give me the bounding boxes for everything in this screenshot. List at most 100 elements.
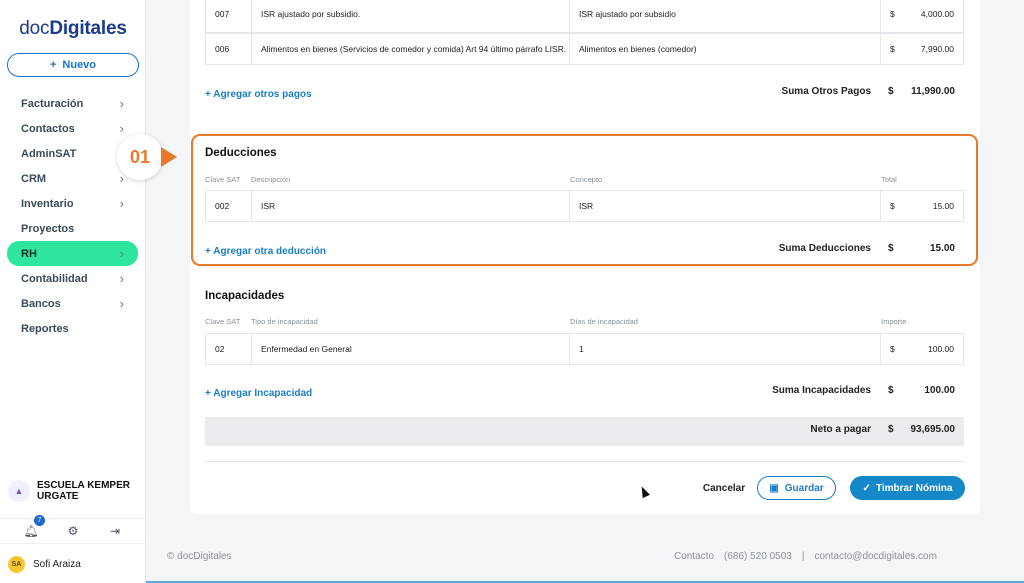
cancel-button[interactable]: Cancelar <box>700 476 748 500</box>
total-cell[interactable]: $7,990.00 <box>881 34 963 64</box>
user-profile[interactable]: SA Sofi Araiza <box>8 556 81 573</box>
brand-logo[interactable]: docDigitales <box>0 18 146 40</box>
footer-email[interactable]: contacto@docdigitales.com <box>814 551 936 562</box>
sidebar-item-label: Proyectos <box>21 222 75 235</box>
sidebar-item-label: Inventario <box>21 197 74 210</box>
concepto-cell[interactable]: Alimentos en bienes (comedor) <box>570 34 881 64</box>
sidebar-item-label: RH <box>21 247 37 260</box>
column-header-descripcion: Descripción <box>251 175 291 184</box>
column-header-tipo: Tipo de incapacidad <box>251 317 318 326</box>
descripcion-cell: Alimentos en bienes (Servicios de comedo… <box>252 34 570 64</box>
new-button-label: Nuevo <box>62 59 97 71</box>
sidebar-item-label: Facturación <box>21 97 84 110</box>
column-header-dias: Días de incapacidad <box>570 317 638 326</box>
sidebar-item-contactos[interactable]: Contactos › <box>7 116 138 141</box>
currency-symbol: $ <box>890 44 895 54</box>
save-button-label: Guardar <box>784 482 824 494</box>
footer-contact-label: Contacto <box>674 551 715 562</box>
brand-name: Digitales <box>49 18 127 39</box>
bell-icon[interactable]: 🔔︎ 7 <box>21 515 45 538</box>
clave-cell: 006 <box>206 34 252 64</box>
sidebar-item-label: Reportes <box>21 322 69 335</box>
sidebar-item-proyectos[interactable]: Proyectos <box>7 216 138 241</box>
importe-cell[interactable]: $100.00 <box>881 334 963 364</box>
sum-incapacities-value: 100.00 <box>924 385 955 396</box>
notification-badge: 7 <box>34 515 45 526</box>
user-name: Sofi Araiza <box>33 559 81 570</box>
column-header-total: Total <box>881 175 897 184</box>
sidebar-item-bancos[interactable]: Bancos › <box>7 291 138 316</box>
importe-value: 100.00 <box>928 344 954 354</box>
sidebar-item-label: CRM <box>21 172 47 185</box>
callout-arrow-icon <box>161 147 177 167</box>
footer-phone[interactable]: (686) 520 0503 <box>724 551 792 562</box>
table-row: 02 Enfermedad en General 1 $100.00 <box>205 333 964 365</box>
currency-symbol: $ <box>890 344 895 354</box>
footer-copyright: © docDigitales <box>167 551 232 562</box>
sidebar-item-crm[interactable]: CRM › <box>7 166 138 191</box>
total-cell[interactable]: $4,000.00 <box>881 0 963 32</box>
concepto-cell[interactable]: ISR ajustado por subsidio <box>570 0 881 32</box>
sidebar-item-rh[interactable]: RH › <box>7 241 138 266</box>
add-other-payment-link[interactable]: + Agregar otros pagos <box>205 89 312 100</box>
organization-switcher[interactable]: ▲ ESCUELA KEMPER URGATE <box>8 480 137 502</box>
column-header-clave: Clave SAT <box>205 175 241 184</box>
gear-icon[interactable]: ⚙ <box>63 524 83 538</box>
total-cell[interactable]: $15.00 <box>881 191 963 221</box>
sum-other-payments-value: 11,990.00 <box>911 86 955 97</box>
column-header-concepto: Concepto <box>570 175 603 184</box>
chevron-right-icon: › <box>119 296 124 311</box>
chevron-right-icon: › <box>119 196 124 211</box>
currency-symbol: $ <box>890 9 895 19</box>
sidebar-item-label: Bancos <box>21 297 61 310</box>
sidebar-item-label: Contabilidad <box>21 272 88 285</box>
dias-cell[interactable]: 1 <box>570 334 881 364</box>
footer-contact: Contacto (686) 520 0503 | contacto@docdi… <box>674 551 937 562</box>
sidebar-nav: Facturación › Contactos › AdminSAT CRM › In… <box>7 91 138 341</box>
sum-other-payments-label: Suma Otros Pagos <box>781 86 871 97</box>
net-pay-value: 93,695.00 <box>910 424 956 435</box>
chevron-right-icon: › <box>119 96 124 111</box>
total-value: 4,000.00 <box>920 9 954 19</box>
sidebar-item-facturacion[interactable]: Facturación › <box>7 91 138 116</box>
sum-deductions-label: Suma Deducciones <box>778 243 871 254</box>
chevron-right-icon: › <box>119 271 124 286</box>
chevron-right-icon: › <box>119 246 124 261</box>
sidebar-item-inventario[interactable]: Inventario › <box>7 191 138 216</box>
sidebar-item-label: AdminSAT <box>21 147 77 160</box>
deducciones-title: Deducciones <box>205 147 277 159</box>
sidebar-item-contabilidad[interactable]: Contabilidad › <box>7 266 138 291</box>
concepto-cell[interactable]: ISR <box>570 191 881 221</box>
save-button[interactable]: ▣ Guardar <box>757 476 836 500</box>
sidebar-utility-bar: 🔔︎ 7 ⚙ ⇥ <box>0 515 146 544</box>
net-pay-label: Neto a pagar <box>810 424 871 435</box>
brand-prefix: doc <box>19 18 50 39</box>
stamp-payroll-button[interactable]: ✓ Timbrar Nómina <box>850 476 965 500</box>
stamp-button-label: Timbrar Nómina <box>875 482 953 494</box>
new-button[interactable]: + Nuevo <box>7 53 139 77</box>
check-circle-icon: ✓ <box>862 482 871 494</box>
total-value: 7,990.00 <box>920 44 954 54</box>
sum-incapacities-label: Suma Incapacidades <box>772 385 871 396</box>
avatar: SA <box>8 556 25 573</box>
currency-symbol: $ <box>890 201 895 211</box>
tipo-cell[interactable]: Enfermedad en General <box>252 334 570 364</box>
total-value: 15.00 <box>932 201 954 211</box>
clave-cell: 02 <box>206 334 252 364</box>
clave-cell: 002 <box>206 191 252 221</box>
sidebar: docDigitales + Nuevo Facturación › Contact… <box>0 0 146 583</box>
chevron-right-icon: › <box>119 121 124 136</box>
sum-deductions-value: 15.00 <box>929 243 955 254</box>
floppy-disk-icon: ▣ <box>769 482 779 494</box>
add-incapacity-link[interactable]: + Agregar Incapacidad <box>205 388 312 399</box>
logout-icon[interactable]: ⇥ <box>105 524 125 538</box>
clave-cell: 007 <box>206 0 252 32</box>
incapacidades-title: Incapacidades <box>205 290 285 302</box>
add-deduction-link[interactable]: + Agregar otra deducción <box>205 246 326 257</box>
descripcion-cell: ISR ajustado por subsidio. <box>252 0 570 32</box>
descripcion-cell: ISR <box>252 191 570 221</box>
table-row: 006 Alimentos en bienes (Servicios de co… <box>205 33 964 65</box>
footer-separator: | <box>801 551 805 562</box>
sidebar-item-reportes[interactable]: Reportes <box>7 316 138 341</box>
divider <box>205 461 964 462</box>
